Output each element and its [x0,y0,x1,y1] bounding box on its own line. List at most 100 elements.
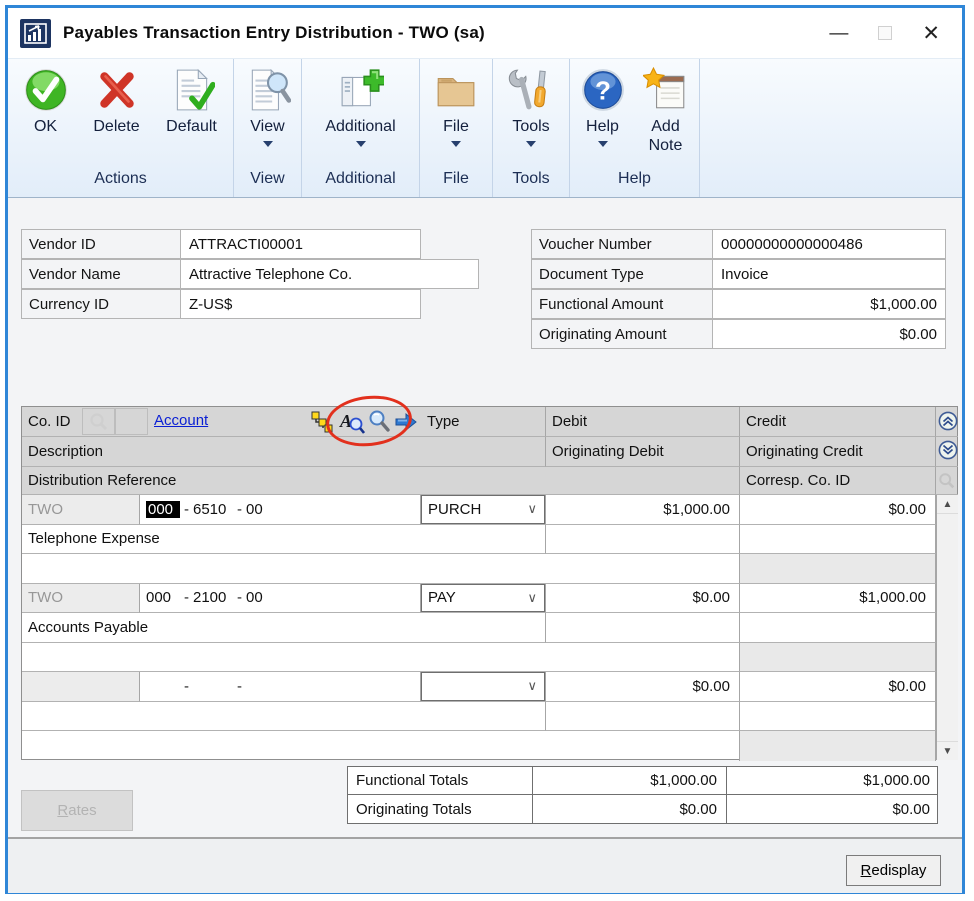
maximize-button[interactable] [878,26,892,40]
view-button[interactable]: View [237,67,299,147]
expand-rows-button[interactable] [938,440,958,460]
document-type-label: Document Type [532,260,712,288]
row2-reference[interactable] [22,643,740,673]
row1-type-dropdown[interactable]: PURCH ∨ [421,495,545,524]
voucher-number-value[interactable]: 00000000000000486 [712,230,945,258]
originating-totals-label: Originating Totals [348,795,533,823]
help-question-icon: ? [580,67,626,113]
additional-window-plus-icon [338,67,384,113]
minimize-button[interactable]: — [829,24,848,43]
additional-button[interactable]: Additional [313,67,409,147]
row3-type-dropdown[interactable]: ∨ [421,672,545,701]
row1-reference[interactable] [22,554,740,584]
row2-co-id[interactable]: TWO [22,584,140,614]
lookup-magnifier-icon[interactable] [368,410,392,434]
row2-description[interactable]: Accounts Payable [22,613,546,643]
default-button[interactable]: Default [156,67,228,136]
expand-account-arrow-icon[interactable] [394,412,418,432]
redisplay-button[interactable]: Redisplay [846,855,941,886]
currency-id-label: Currency ID [22,290,180,318]
tools-button[interactable]: Tools [499,67,563,147]
toolbar-group-label-view: View [234,170,301,197]
toolbar-group-additional: Additional Additional [302,59,420,197]
grid-header-row-1: Co. ID Account A [22,407,957,437]
description-header: Description [22,437,546,467]
account-header-link[interactable]: Account [154,412,208,429]
ok-button[interactable]: OK [14,67,78,136]
row2-reference-row [22,643,957,673]
row3-corresp-co-id [740,731,936,761]
row3-account[interactable]: -- [140,672,421,702]
corresp-co-id-header: Corresp. Co. ID [740,467,936,495]
originating-credit-header: Originating Credit [740,437,936,467]
rates-button[interactable]: Rates [21,790,133,831]
app-bar-chart-icon [20,19,51,48]
row2-debit[interactable]: $0.00 [546,584,740,614]
row3-description[interactable] [22,702,546,732]
file-button[interactable]: File [425,67,487,147]
close-button[interactable]: ✕ [922,23,940,44]
row3-credit[interactable]: $0.00 [740,672,936,702]
row3-reference[interactable] [22,731,740,761]
toolbar-group-help: ? Help Add Note [570,59,700,197]
row2-type-dropdown[interactable]: PAY ∨ [421,584,545,613]
grid-header-row-2: Description Originating Debit Originatin… [22,437,957,467]
row3-co-id[interactable] [22,672,140,702]
additional-dropdown-arrow-icon [356,141,366,147]
folder-icon [433,67,479,113]
scroll-up-button[interactable]: ▲ [937,495,958,514]
functional-totals-credit: $1,000.00 [727,767,939,794]
document-type-value[interactable]: Invoice [712,260,945,288]
app-window: Payables Transaction Entry Distribution … [5,5,965,894]
scroll-down-button[interactable]: ▼ [937,741,958,760]
vendor-name-label: Vendor Name [22,260,180,288]
vendor-name-value[interactable]: Attractive Telephone Co. [180,260,478,288]
help-button[interactable]: ? Help [575,67,631,147]
functional-totals-label: Functional Totals [348,767,533,794]
row1-orig-debit [546,525,740,555]
row1-debit[interactable]: $1,000.00 [546,495,740,525]
functional-totals-row: Functional Totals $1,000.00 $1,000.00 [348,767,937,795]
originating-debit-header: Originating Debit [546,437,740,467]
toolbar-group-label-file: File [420,170,492,197]
row1-co-id[interactable]: TWO [22,495,140,525]
field-vendor-id: Vendor ID ATTRACTI00001 [21,229,421,259]
window-title: Payables Transaction Entry Distribution … [63,23,485,43]
voucher-number-label: Voucher Number [532,230,712,258]
delete-x-icon [94,67,140,113]
dropdown-chevron-icon: ∨ [527,590,537,606]
add-note-button[interactable]: Add Note [637,67,695,155]
credit-header: Credit [740,407,936,437]
toolbar-group-file: File File [420,59,493,197]
footer-strip [8,839,962,893]
currency-id-value[interactable]: Z-US$ [180,290,420,318]
row1-orig-credit [740,525,936,555]
field-vendor-name: Vendor Name Attractive Telephone Co. [21,259,479,289]
row2-account[interactable]: 000-2100-00 [140,584,421,614]
dropdown-chevron-icon: ∨ [527,678,537,694]
toolbar-group-view: View View [234,59,302,197]
originating-amount-value: $0.00 [712,320,945,348]
vendor-id-value[interactable]: ATTRACTI00001 [180,230,420,258]
row3-debit[interactable]: $0.00 [546,672,740,702]
row1-description[interactable]: Telephone Expense [22,525,546,555]
grid-scrollbar[interactable]: ▲ ▼ [936,495,958,760]
toolbar-group-label-additional: Additional [302,170,419,197]
row1-credit[interactable]: $0.00 [740,495,936,525]
field-functional-amount: Functional Amount $1,000.00 [531,289,946,319]
toolbar-group-label-help: Help [570,170,699,197]
svg-text:?: ? [595,75,611,105]
account-segment-selected[interactable]: 000 [146,501,180,518]
row3-description-row [22,702,957,732]
row2-credit[interactable]: $1,000.00 [740,584,936,614]
svg-text:A: A [339,411,352,431]
corresp-lookup-disabled-icon [936,467,958,495]
analytical-accounting-lookup-icon[interactable]: A [339,409,365,435]
account-hierarchy-icon[interactable] [310,410,334,434]
delete-button[interactable]: Delete [84,67,150,136]
row1-account[interactable]: 000-6510-00 [140,495,421,525]
add-note-icon [643,67,689,113]
view-doc-magnifier-icon [245,67,291,113]
distribution-reference-header: Distribution Reference [22,467,740,495]
collapse-rows-button[interactable] [938,411,958,431]
